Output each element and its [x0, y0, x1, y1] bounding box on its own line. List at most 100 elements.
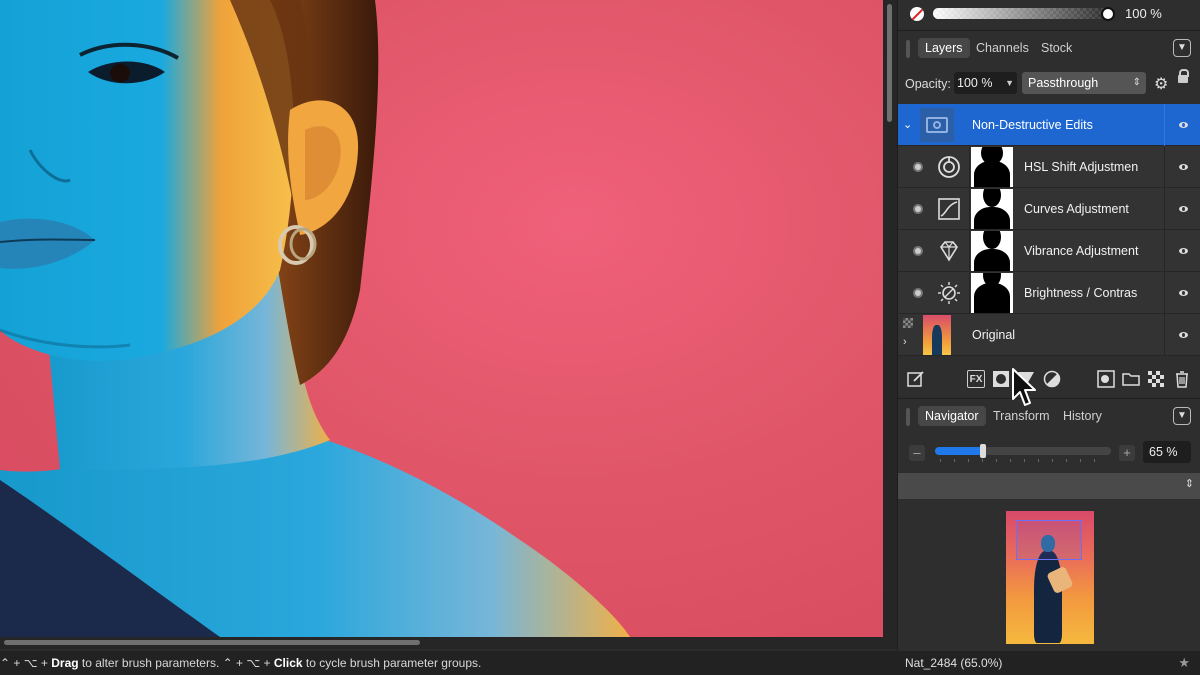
visibility-toggle[interactable] [1164, 314, 1200, 356]
hint-text: to alter brush parameters. [78, 656, 223, 670]
fx-icon[interactable]: FX [967, 370, 985, 388]
add-pixel-layer-icon[interactable] [1097, 370, 1115, 388]
opacity-slider[interactable] [933, 8, 1107, 19]
panel-grip-icon[interactable] [906, 408, 910, 426]
trash-icon[interactable] [1173, 370, 1191, 388]
tab-navigator[interactable]: Navigator [918, 406, 986, 426]
scroll-thumb[interactable] [887, 4, 892, 122]
mouse-pointer-icon [1012, 368, 1036, 406]
layer-name: HSL Shift Adjustmen [1024, 160, 1139, 174]
eye-icon [1179, 290, 1188, 296]
chevron-down-icon[interactable]: ⌄ [903, 118, 913, 131]
document-title: Nat_2484 (65.0%) [905, 656, 1003, 670]
layer-bullet-icon [913, 246, 923, 256]
canvas-horizontal-scrollbar[interactable] [0, 637, 897, 649]
opacity-value[interactable]: 100 % [1125, 6, 1162, 21]
transparency-icon [903, 318, 913, 328]
tab-stock[interactable]: Stock [1034, 38, 1079, 58]
zoom-slider[interactable] [935, 444, 1111, 458]
visibility-toggle[interactable] [1164, 146, 1200, 188]
vibrance-icon [928, 230, 970, 272]
zoom-in-button[interactable]: + [1119, 445, 1135, 461]
no-color-swatch-icon[interactable] [910, 7, 924, 21]
tab-history[interactable]: History [1056, 406, 1109, 426]
tab-layers[interactable]: Layers [918, 38, 970, 58]
edit-layer-icon[interactable] [907, 370, 925, 388]
scroll-thumb[interactable] [4, 640, 420, 645]
zoom-slider-knob[interactable] [979, 444, 986, 458]
layer-opacity-field[interactable]: 100 % ▼ [954, 72, 1017, 94]
layer-mask-thumbnail [971, 147, 1013, 187]
visibility-toggle[interactable] [1164, 272, 1200, 314]
zoom-value-field[interactable]: 65 % [1143, 441, 1191, 463]
blend-mode-value: Passthrough [1028, 76, 1099, 90]
layer-bullet-icon [913, 162, 923, 172]
context-hint-bar: ⌃ + ⌥ + Drag to alter brush parameters. … [0, 651, 897, 675]
nav-figure-body [1034, 551, 1062, 643]
layer-name: Brightness / Contras [1024, 286, 1138, 300]
hint-modifier: ⌃ + ⌥ + [0, 656, 52, 670]
layer-name: Vibrance Adjustment [1024, 244, 1139, 258]
updown-chevron-icon: ⇕ [1132, 77, 1141, 88]
panel-menu-chevron-icon[interactable]: ▼ [1173, 39, 1191, 57]
layer-name: Original [972, 328, 1016, 342]
visibility-toggle[interactable] [1164, 230, 1200, 272]
zoom-out-button[interactable]: – [909, 445, 925, 461]
panel-grip-icon[interactable] [906, 40, 910, 58]
mask-icon[interactable] [992, 370, 1010, 388]
folder-icon[interactable] [1122, 370, 1140, 388]
opacity-label: Opacity: [905, 77, 951, 91]
navigator-view-rectangle[interactable] [1016, 520, 1082, 560]
layer-name: Curves Adjustment [1024, 202, 1129, 216]
layer-row-original[interactable]: › Original [898, 314, 1200, 356]
blend-mode-select[interactable]: Passthrough ⇕ [1022, 72, 1146, 94]
layer-row-group[interactable]: ⌄ Non-Destructive Edits [898, 104, 1200, 146]
navigator-view-select[interactable]: ⇕ [898, 473, 1200, 499]
studio-panel: 100 % Layers Channels Stock ▼ Opacity: 1… [897, 0, 1200, 651]
document-thumbnail [1006, 511, 1094, 644]
portrait-photo [0, 0, 630, 637]
hint-text: to cycle brush parameter groups. [302, 656, 482, 670]
layer-mask-thumbnail [971, 273, 1013, 313]
brightness-icon [928, 272, 970, 314]
chevron-right-icon[interactable]: › [903, 336, 907, 348]
tab-channels[interactable]: Channels [969, 38, 1036, 58]
document-canvas[interactable] [0, 0, 883, 637]
hsl-icon [928, 146, 970, 188]
visibility-toggle[interactable] [1164, 104, 1200, 146]
opacity-slider-knob[interactable] [1101, 7, 1115, 21]
updown-chevron-icon: ⇕ [1184, 478, 1194, 490]
layer-bullet-icon [913, 288, 923, 298]
eye-icon [1179, 332, 1188, 338]
layer-mask-thumbnail [971, 231, 1013, 271]
zoom-controls: – + 65 % [898, 436, 1200, 468]
group-icon [920, 108, 954, 142]
chevron-down-icon[interactable]: ▼ [1005, 72, 1014, 94]
gear-icon[interactable]: ⚙ [1154, 74, 1168, 94]
layers-list: ⌄ Non-Destructive Edits HSL Shift Adjust… [898, 104, 1200, 358]
layer-row-curves[interactable]: Curves Adjustment [898, 188, 1200, 230]
layer-mask-thumbnail [971, 189, 1013, 229]
panel-menu-chevron-icon[interactable]: ▼ [1173, 407, 1191, 425]
lock-icon[interactable] [1178, 69, 1189, 83]
layer-row-brightness[interactable]: Brightness / Contras [898, 272, 1200, 314]
eye-icon [1179, 164, 1188, 170]
layer-bullet-icon [913, 204, 923, 214]
color-opacity-bar: 100 % [898, 0, 1200, 30]
eye-icon [1179, 248, 1188, 254]
layers-toolbar: FX [898, 362, 1200, 396]
star-icon[interactable]: ★ [1178, 651, 1190, 675]
checkerboard-icon[interactable] [1147, 370, 1165, 388]
layer-row-vibrance[interactable]: Vibrance Adjustment [898, 230, 1200, 272]
hint-action: Drag [51, 656, 79, 670]
navigator-preview[interactable] [898, 500, 1200, 651]
layer-row-hsl[interactable]: HSL Shift Adjustmen [898, 146, 1200, 188]
eye-icon [1179, 206, 1188, 212]
zoom-slider-fill [935, 447, 983, 455]
layer-opacity-row: Opacity: 100 % ▼ Passthrough ⇕ ⚙ [898, 66, 1200, 102]
tab-transform[interactable]: Transform [986, 406, 1057, 426]
document-status: Nat_2484 (65.0%) ★ [897, 651, 1200, 675]
live-filter-icon[interactable] [1043, 370, 1061, 388]
canvas-vertical-scrollbar[interactable] [883, 0, 897, 637]
visibility-toggle[interactable] [1164, 188, 1200, 230]
